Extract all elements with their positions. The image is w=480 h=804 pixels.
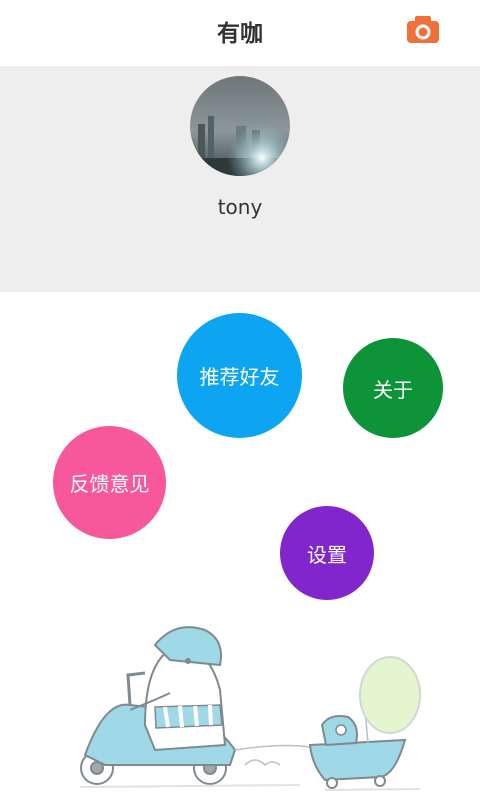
feedback-button[interactable]: 反馈意见: [53, 426, 166, 539]
settings-button[interactable]: 设置: [280, 506, 374, 600]
settings-label: 设置: [307, 542, 347, 567]
about-label: 关于: [373, 377, 413, 402]
recommend-friends-label: 推荐好友: [199, 365, 280, 389]
about-button[interactable]: 关于: [343, 338, 443, 438]
avatar[interactable]: [190, 76, 290, 176]
feedback-label: 反馈意见: [69, 472, 150, 496]
profile-section: tony: [0, 66, 480, 292]
top-bar: 有咖: [0, 0, 480, 66]
camera-icon: [407, 16, 439, 43]
scooter-illustration: [60, 615, 440, 800]
recommend-friends-button[interactable]: 推荐好友: [177, 313, 302, 438]
username: tony: [217, 195, 263, 219]
camera-button[interactable]: [404, 12, 442, 46]
